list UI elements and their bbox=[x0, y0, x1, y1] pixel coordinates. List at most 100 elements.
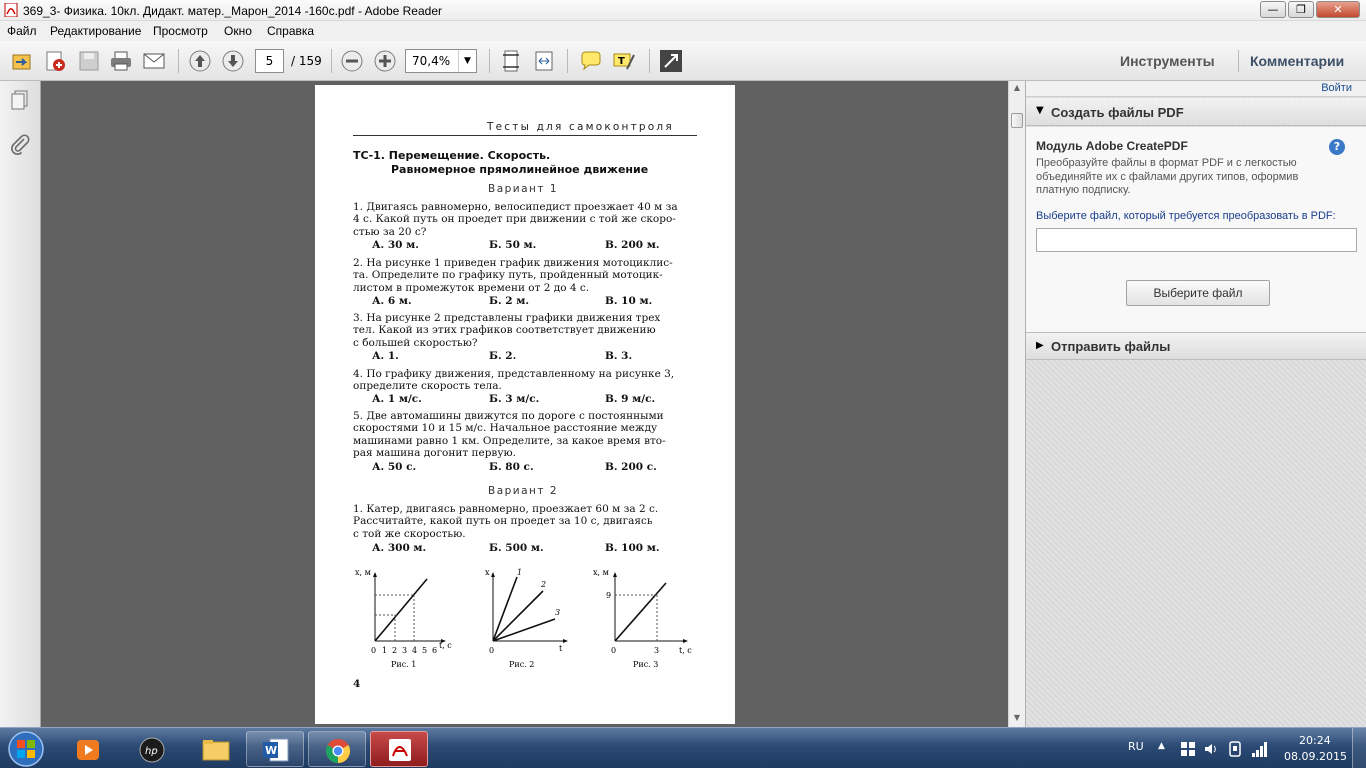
toolbar-separator bbox=[649, 49, 650, 73]
create-pdf-icon[interactable] bbox=[43, 49, 67, 73]
question-block: 4. По графику движения, представленному … bbox=[353, 368, 697, 393]
start-button-icon[interactable] bbox=[6, 730, 46, 768]
taskbar: hp W RU ▲ 20:24 08.09.2015 bbox=[0, 727, 1366, 768]
menu-file[interactable]: Файл bbox=[7, 24, 37, 38]
answer-option: А. 30 м. bbox=[372, 239, 419, 251]
zoom-in-icon[interactable] bbox=[373, 49, 397, 73]
answer-option: Б. 500 м. bbox=[489, 542, 544, 554]
taskbar-hp[interactable]: hp bbox=[122, 731, 180, 767]
answer-option: В. 10 м. bbox=[605, 295, 653, 307]
menu-window[interactable]: Окно bbox=[224, 24, 252, 38]
scroll-up-icon[interactable]: ▲ bbox=[1011, 83, 1023, 95]
fit-page-icon[interactable] bbox=[499, 49, 523, 73]
clock-time[interactable]: 20:24 bbox=[1299, 734, 1331, 747]
menu-edit[interactable]: Редактирование bbox=[50, 24, 141, 38]
tab-comments[interactable]: Комментарии bbox=[1250, 53, 1344, 69]
toolbar-separator bbox=[1238, 50, 1239, 72]
taskbar-word[interactable]: W bbox=[246, 731, 304, 767]
clock-date[interactable]: 08.09.2015 bbox=[1284, 750, 1347, 763]
toolbar: 5 / 159 70,4% ▼ T Инструменты Комментарии bbox=[0, 41, 1366, 81]
question-line: скоростями 10 и 15 м/с. Начальное рассто… bbox=[353, 422, 658, 435]
fig3-ylabel: x, м bbox=[593, 568, 609, 577]
fullscreen-icon[interactable] bbox=[659, 49, 683, 73]
fig2-xlabel: t bbox=[559, 644, 563, 653]
previous-page-icon[interactable] bbox=[188, 49, 212, 73]
device-icon[interactable] bbox=[1227, 740, 1243, 758]
fig1-tick: 0 bbox=[371, 646, 376, 655]
module-description: Преобразуйте файлы в формат PDF и с легк… bbox=[1036, 157, 1299, 196]
task-panel: Войти ▼ Создать файлы PDF Модуль Adobe C… bbox=[1025, 81, 1366, 727]
attachments-icon[interactable] bbox=[9, 133, 31, 155]
media-player-icon bbox=[77, 740, 99, 760]
question-line: Рассчитайте, какой путь он проедет за 10… bbox=[353, 515, 653, 528]
fig2-line-label: 3 bbox=[555, 608, 560, 617]
menu-view[interactable]: Просмотр bbox=[153, 24, 208, 38]
figure-2: x t 0 1 2 3 Рис. 2 bbox=[485, 568, 568, 669]
document-viewer[interactable]: Тесты для самоконтроля ТС-1. Перемещение… bbox=[41, 81, 1008, 727]
taskbar-adobe-reader[interactable] bbox=[370, 731, 428, 767]
variant-heading: Вариант 2 bbox=[488, 485, 559, 497]
show-desktop-button[interactable] bbox=[1352, 728, 1366, 768]
question-line: та. Определите по графику путь, пройденн… bbox=[353, 269, 663, 282]
highlight-icon[interactable]: T bbox=[612, 49, 636, 73]
send-files-title: Отправить файлы bbox=[1051, 339, 1171, 354]
toolbar-separator bbox=[178, 49, 179, 73]
next-page-icon[interactable] bbox=[221, 49, 245, 73]
volume-icon[interactable] bbox=[1203, 741, 1219, 757]
fig2-line-label: 1 bbox=[517, 568, 522, 577]
show-hidden-icons-icon[interactable]: ▲ bbox=[1158, 741, 1165, 751]
scroll-down-icon[interactable]: ▼ bbox=[1011, 713, 1023, 725]
figures: x, м t, с 0 1 2 3 4 5 6 Рис. 1 x t 0 1 2… bbox=[355, 568, 692, 669]
open-icon[interactable] bbox=[10, 49, 34, 73]
send-files-header[interactable]: ▶ Отправить файлы bbox=[1026, 332, 1366, 360]
vertical-scrollbar[interactable]: ▲ ▼ bbox=[1008, 81, 1025, 727]
menu-help[interactable]: Справка bbox=[267, 24, 314, 38]
file-path-input[interactable] bbox=[1036, 228, 1357, 252]
help-icon[interactable]: ? bbox=[1329, 139, 1345, 155]
create-pdf-header[interactable]: ▼ Создать файлы PDF bbox=[1026, 98, 1366, 126]
comment-icon[interactable] bbox=[579, 49, 603, 73]
fig2-ylabel: x bbox=[485, 568, 490, 577]
module-title: Модуль Adobe CreatePDF bbox=[1036, 139, 1188, 153]
chevron-down-icon[interactable]: ▼ bbox=[458, 50, 476, 72]
answer-option: А. 50 с. bbox=[372, 461, 417, 473]
signin-link[interactable]: Войти bbox=[1321, 82, 1352, 94]
graph-line bbox=[492, 618, 556, 642]
email-icon[interactable] bbox=[142, 49, 166, 73]
close-button[interactable]: ✕ bbox=[1316, 1, 1360, 18]
select-file-prompt: Выберите файл, который требуется преобра… bbox=[1036, 210, 1336, 222]
graph-line bbox=[492, 576, 518, 642]
taskbar-chrome[interactable] bbox=[308, 731, 366, 767]
taskbar-explorer[interactable] bbox=[186, 731, 244, 767]
page-number-input[interactable]: 5 bbox=[255, 49, 284, 73]
question-line: с большей скоростью? bbox=[353, 336, 478, 349]
fig1-tick: 5 bbox=[422, 646, 427, 655]
section-subheading: Равномерное прямолинейное движение bbox=[391, 163, 649, 176]
zoom-select[interactable]: 70,4% ▼ bbox=[405, 49, 477, 73]
fig2-origin: 0 bbox=[489, 646, 494, 655]
question-line: стью за 20 с? bbox=[353, 225, 427, 238]
fig1-tick: 2 bbox=[392, 646, 397, 655]
minimize-button[interactable]: — bbox=[1260, 1, 1286, 18]
adobe-reader-icon bbox=[389, 739, 411, 761]
collapsed-triangle-icon: ▶ bbox=[1036, 340, 1044, 351]
language-indicator[interactable]: RU bbox=[1128, 740, 1144, 753]
page-thumbnails-icon[interactable] bbox=[9, 89, 31, 111]
network-signal-icon[interactable] bbox=[1251, 740, 1269, 758]
taskbar-media-player[interactable] bbox=[58, 731, 116, 767]
tab-tools[interactable]: Инструменты bbox=[1120, 53, 1215, 69]
save-icon[interactable] bbox=[77, 49, 101, 73]
print-icon[interactable] bbox=[109, 49, 133, 73]
question-block: 2. На рисунке 1 приведен график движения… bbox=[353, 257, 697, 294]
zoom-out-icon[interactable] bbox=[340, 49, 364, 73]
select-file-button[interactable]: Выберите файл bbox=[1126, 280, 1270, 306]
create-pdf-title: Создать файлы PDF bbox=[1051, 105, 1184, 120]
action-center-icon[interactable] bbox=[1180, 741, 1196, 757]
menu-bar: Файл Редактирование Просмотр Окно Справк… bbox=[0, 21, 1366, 41]
fig1-xlabel: t, с bbox=[439, 641, 452, 650]
svg-text:W: W bbox=[265, 744, 277, 757]
scroll-thumb[interactable] bbox=[1011, 113, 1023, 128]
fit-width-icon[interactable] bbox=[532, 49, 556, 73]
question-line: 2. На рисунке 1 приведен график движения… bbox=[353, 257, 673, 269]
maximize-button[interactable]: ❐ bbox=[1288, 1, 1314, 18]
